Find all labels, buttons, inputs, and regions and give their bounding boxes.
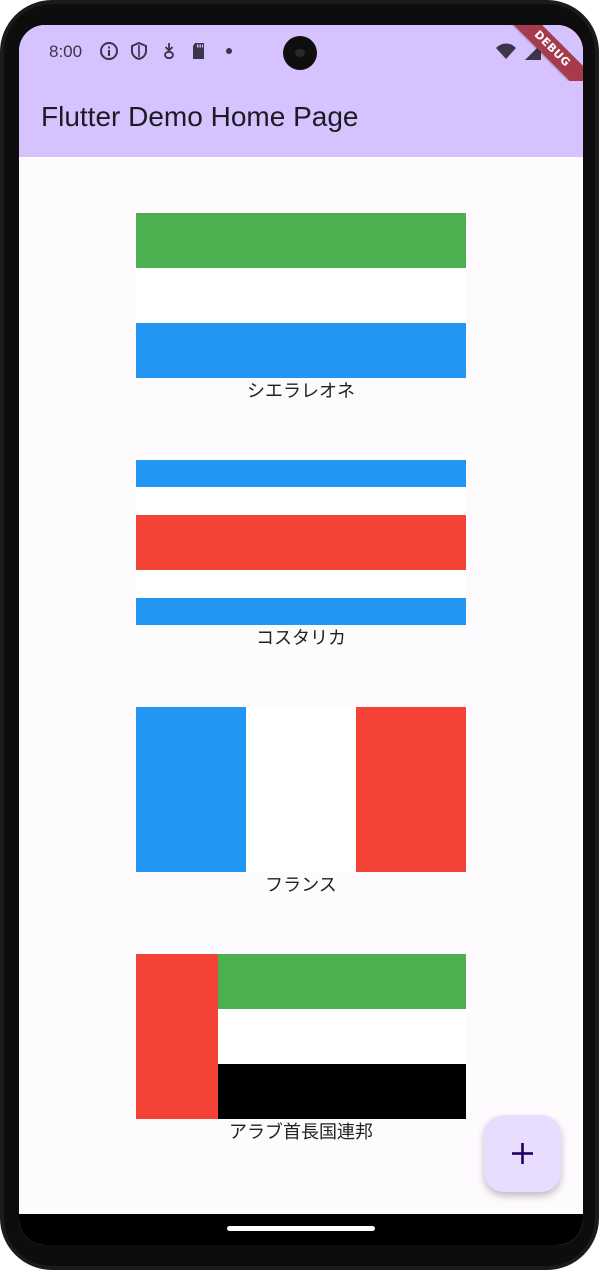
status-time: 8:00 <box>49 42 83 61</box>
home-gesture-handle[interactable] <box>227 1226 375 1231</box>
download-icon <box>164 43 174 60</box>
info-icon <box>100 42 118 60</box>
flag-label: シエラレオネ <box>247 381 355 402</box>
flag-stripe-blue <box>136 323 466 378</box>
dot-icon <box>226 48 232 54</box>
screen: 8:00 DEBUG Flutter Demo Home Page シエラレオネ… <box>19 25 583 1245</box>
flag-costa-rica <box>136 460 466 625</box>
status-bar: 8:00 DEBUG <box>19 25 583 103</box>
flag-item-france: フランス <box>136 707 466 899</box>
flag-item-costa-rica: コスタリカ <box>136 460 466 652</box>
flag-stripe-white <box>136 268 466 323</box>
flag-uae <box>136 954 466 1119</box>
status-icons-left <box>99 41 239 61</box>
flag-stripe-green <box>218 954 466 1009</box>
flag-item-sierra-leone: シエラレオネ <box>136 213 466 405</box>
flag-stripe-red <box>136 515 466 570</box>
flag-stripe-red <box>356 707 466 872</box>
front-camera <box>283 36 317 70</box>
flag-label: コスタリカ <box>256 628 346 649</box>
flag-list: シエラレオネ コスタリカ フランス アラブ首長国連邦 <box>19 157 583 1214</box>
app-bar-title: Flutter Demo Home Page <box>41 101 359 132</box>
system-nav-bar <box>19 1214 583 1245</box>
add-fab-button[interactable] <box>484 1115 561 1192</box>
flag-stripe-white <box>136 570 466 598</box>
flag-stripe-blue <box>136 460 466 487</box>
flag-stripe-red <box>136 954 218 1119</box>
plus-icon <box>512 1143 533 1164</box>
flag-france <box>136 707 466 872</box>
flag-stripe-white <box>136 487 466 515</box>
flag-label: フランス <box>265 875 337 896</box>
flag-item-uae: アラブ首長国連邦 <box>136 954 466 1146</box>
wifi-icon <box>496 43 516 59</box>
shield-icon <box>131 41 147 61</box>
flag-sierra-leone <box>136 213 466 378</box>
app-bar: Flutter Demo Home Page <box>19 81 583 157</box>
flag-stripe-blue <box>136 707 246 872</box>
sd-card-icon <box>193 43 204 59</box>
flag-stripe-green <box>136 213 466 268</box>
device-frame: 8:00 DEBUG Flutter Demo Home Page シエラレオネ… <box>0 0 599 1270</box>
flag-stripe-blue <box>136 598 466 625</box>
flag-stripe-white <box>246 707 356 872</box>
flag-stripe-white <box>218 1009 466 1064</box>
flag-label: アラブ首長国連邦 <box>229 1122 373 1143</box>
flag-stripe-black <box>218 1064 466 1119</box>
